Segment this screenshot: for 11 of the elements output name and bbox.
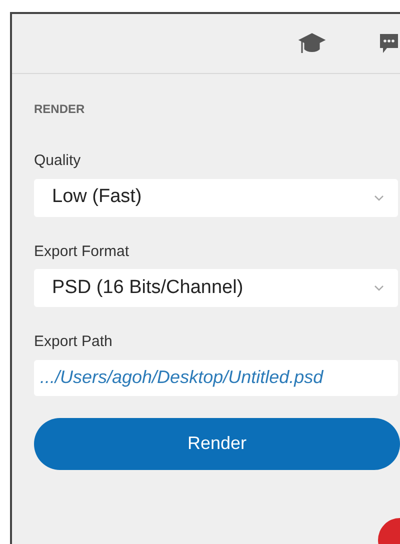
- dropdown[interactable]: Low (Fast): [34, 178, 398, 216]
- field-label: Quality: [34, 151, 82, 171]
- field-label: Export Format: [34, 242, 130, 262]
- field-label: Export Path: [34, 332, 114, 352]
- path-field[interactable]: .../Users/agoh/Desktop/Untitled.psd: [34, 360, 398, 396]
- chevron-icon: [374, 194, 384, 200]
- dropdown[interactable]: PSD (16 Bits/Channel): [34, 269, 398, 307]
- render-button[interactable]: Render: [34, 418, 400, 470]
- chat-bubble-icon[interactable]: [378, 32, 398, 56]
- section-title: RENDER: [34, 101, 86, 118]
- chevron-icon: [374, 285, 384, 291]
